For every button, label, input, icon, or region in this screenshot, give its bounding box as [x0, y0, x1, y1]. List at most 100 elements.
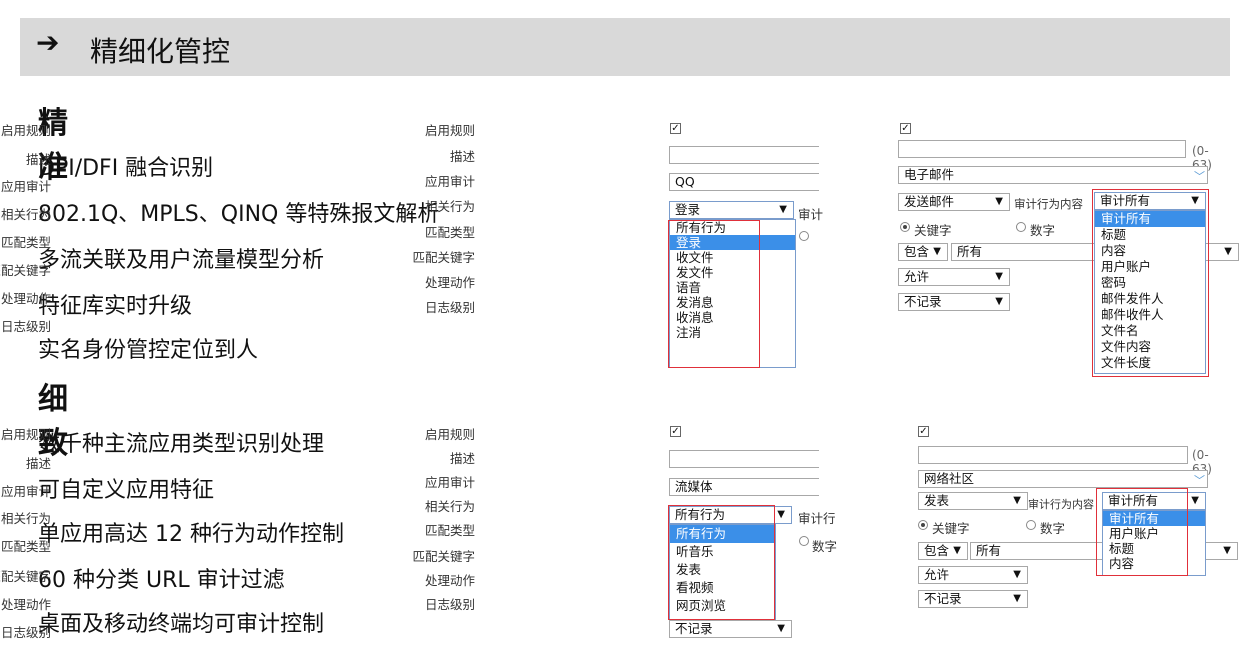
- caret-down-icon: ▼: [1224, 246, 1232, 257]
- match-type-label: 匹配类型: [424, 523, 475, 538]
- enable-label: 启用规则: [424, 123, 475, 138]
- match-type-label: 匹配类型: [0, 539, 51, 554]
- log-select[interactable]: 不记录 ▼: [898, 293, 1010, 311]
- match-type-label: 匹配类型: [0, 235, 51, 250]
- number-label: 数字: [1040, 521, 1066, 536]
- app-label: 应用审计: [0, 484, 51, 499]
- handle-label: 处理动作: [424, 275, 475, 290]
- app-label: 应用审计: [0, 179, 51, 194]
- desc-label: 描述: [449, 451, 475, 466]
- caret-down-icon: ▼: [953, 545, 961, 556]
- radio-number[interactable]: [1016, 222, 1026, 232]
- highlight-box: [668, 220, 760, 368]
- desc-label: 描述: [25, 456, 51, 471]
- keyword-select-value: 所有: [957, 244, 983, 259]
- radio-number[interactable]: [799, 536, 809, 546]
- caret-down-icon: ▼: [777, 623, 785, 634]
- desc-input[interactable]: [669, 146, 819, 164]
- handle-select[interactable]: 允许 ▼: [898, 268, 1010, 286]
- feature-item: 特征库实时升级: [38, 294, 193, 319]
- handle-select[interactable]: 允许 ▼: [918, 566, 1028, 584]
- action-select[interactable]: 发表 ▼: [918, 492, 1028, 510]
- app-input[interactable]: 电子邮件: [898, 166, 1208, 184]
- desc-label: 描述: [25, 152, 51, 167]
- enable-label: 启用规则: [0, 427, 51, 442]
- caret-down-icon: ▼: [933, 246, 941, 257]
- enable-checkbox[interactable]: ✓: [900, 123, 911, 134]
- match-type-label: 匹配类型: [424, 225, 475, 240]
- enable-label: 启用规则: [0, 123, 51, 138]
- caret-down-icon: ▼: [777, 509, 785, 520]
- caret-down-icon: ▼: [995, 271, 1003, 282]
- feature-item: 802.1Q、MPLS、QINQ 等特殊报文解析: [38, 202, 440, 227]
- desc-input[interactable]: [898, 140, 1186, 158]
- enable-checkbox[interactable]: ✓: [670, 426, 681, 437]
- log-select-value: 不记录: [904, 294, 942, 309]
- feature-item: DPI/DFI 融合识别: [38, 156, 214, 181]
- radio-keyword[interactable]: [900, 222, 910, 232]
- handle-label: 处理动作: [0, 291, 51, 306]
- app-label: 应用审计: [424, 174, 475, 189]
- enable-checkbox[interactable]: ✓: [670, 123, 681, 134]
- radio-keyword[interactable]: [799, 231, 809, 241]
- log-select-value: 不记录: [675, 621, 713, 636]
- section-title: 精细化管控: [90, 35, 231, 68]
- action-select-value: 登录: [675, 202, 701, 217]
- section-header: ➔ 精细化管控: [20, 18, 1230, 76]
- caret-down-icon: ▼: [995, 296, 1003, 307]
- keyword-label: 关键字: [932, 521, 970, 536]
- match-kw-label: 匹配关键字: [412, 250, 475, 265]
- action-select[interactable]: 发送邮件 ▼: [898, 193, 1010, 211]
- radio-number[interactable]: [1026, 520, 1036, 530]
- arrow-icon: ➔: [36, 26, 60, 59]
- handle-select-value: 允许: [924, 567, 950, 582]
- action-select[interactable]: 登录 ▼: [669, 201, 794, 219]
- highlight-box: [668, 505, 775, 620]
- caret-down-icon: ▼: [779, 204, 787, 215]
- caret-down-icon: ▼: [1013, 495, 1021, 506]
- feature-item: 60 种分类 URL 审计过滤: [38, 568, 285, 593]
- highlight-box: [1092, 189, 1209, 377]
- enable-checkbox[interactable]: ✓: [918, 426, 929, 437]
- caret-down-icon: ▼: [1223, 545, 1231, 556]
- log-select[interactable]: 不记录 ▼: [918, 590, 1028, 608]
- app-input[interactable]: 流媒体: [669, 478, 819, 496]
- number-label: 数字: [1030, 223, 1056, 238]
- include-select[interactable]: 包含 ▼: [918, 542, 968, 560]
- log-select[interactable]: 不记录 ▼: [669, 620, 792, 638]
- action-label: 相关行为: [0, 207, 51, 222]
- handle-select-value: 允许: [904, 269, 930, 284]
- action-label: 相关行为: [0, 511, 51, 526]
- match-kw-label: 匹配关键字: [412, 549, 475, 564]
- desc-label: 描述: [449, 149, 475, 164]
- audit-content-label: 审计行为内容: [1014, 197, 1083, 211]
- desc-input[interactable]: [669, 450, 819, 468]
- caret-down-icon: ▼: [1191, 495, 1199, 506]
- app-input[interactable]: QQ: [669, 173, 819, 191]
- caret-down-icon: ▼: [1013, 593, 1021, 604]
- feature-item: 实名身份管控定位到人: [38, 338, 259, 363]
- include-select-value: 包含: [904, 244, 930, 259]
- desc-input[interactable]: [918, 446, 1188, 464]
- feature-item: 数千种主流应用类型识别处理: [38, 432, 325, 457]
- number-label: 数字: [812, 539, 838, 554]
- audit-label: 审计: [798, 207, 824, 222]
- log-label: 日志级别: [0, 625, 51, 640]
- action-select-value: 发表: [924, 493, 950, 508]
- radio-keyword[interactable]: [918, 520, 928, 530]
- feature-item: 多流关联及用户流量模型分析: [38, 248, 325, 273]
- include-select[interactable]: 包含 ▼: [898, 243, 948, 261]
- app-input[interactable]: 网络社区: [918, 470, 1208, 488]
- log-label: 日志级别: [0, 319, 51, 334]
- caret-down-icon: ▼: [1013, 569, 1021, 580]
- chevron-down-icon: ﹀: [1194, 170, 1205, 183]
- handle-label: 处理动作: [0, 597, 51, 612]
- action-label: 相关行为: [424, 499, 475, 514]
- chevron-down-icon: ﹀: [1194, 474, 1205, 487]
- include-select-value: 包含: [924, 543, 950, 558]
- app-label: 应用审计: [424, 475, 475, 490]
- action-select-value: 发送邮件: [904, 194, 955, 209]
- match-kw-label: 匹配关键字: [0, 263, 51, 278]
- audit-content-label: 审计行为内容: [1028, 498, 1094, 511]
- log-label: 日志级别: [424, 300, 475, 315]
